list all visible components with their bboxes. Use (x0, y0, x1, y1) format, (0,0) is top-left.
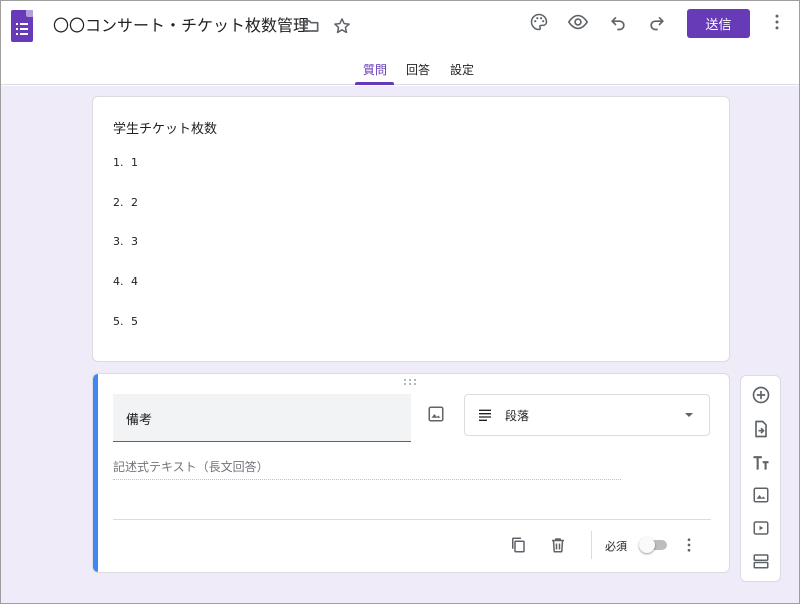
list-item: 2. 2 (113, 196, 138, 209)
eye-icon[interactable] (566, 10, 590, 34)
tab-responses[interactable]: 回答 (406, 60, 430, 80)
drag-handle-icon[interactable] (404, 379, 418, 387)
list-item: 1. 1 (113, 156, 138, 169)
palette-icon[interactable] (527, 10, 551, 34)
folder-icon[interactable] (299, 14, 323, 38)
tab-questions[interactable]: 質問 (363, 60, 387, 80)
more-vert-icon[interactable] (765, 10, 789, 34)
question-title: 学生チケット枚数 (113, 122, 218, 137)
divider (113, 519, 711, 520)
redo-icon[interactable] (645, 10, 669, 34)
add-title-icon[interactable] (749, 451, 773, 475)
header: 〇〇コンサート・チケット枚数管理 送信 質問 回答 設定 (1, 1, 799, 85)
list-item: 4. 4 (113, 275, 138, 288)
active-tab-indicator (355, 82, 394, 85)
import-questions-icon[interactable] (749, 417, 773, 441)
star-icon[interactable] (330, 14, 354, 38)
dropdown-arrow-icon (677, 403, 701, 427)
question-card-student-tickets[interactable]: 学生チケット枚数 1. 1 2. 2 3. 3 4. 4 5. 5 (92, 96, 730, 362)
question-title-input[interactable]: 備考 (113, 394, 411, 442)
more-vert-icon[interactable] (677, 533, 701, 557)
required-label: 必須 (605, 540, 627, 553)
question-card-remarks[interactable]: 備考 段落 記述式テキスト（長文回答） 必須 (92, 373, 730, 573)
required-toggle[interactable] (639, 537, 669, 553)
question-type-label: 段落 (505, 409, 530, 423)
tab-settings[interactable]: 設定 (450, 60, 474, 80)
send-button[interactable]: 送信 (687, 9, 750, 38)
list-item: 5. 5 (113, 315, 138, 328)
question-type-select[interactable]: 段落 (464, 394, 710, 436)
add-image-icon[interactable] (749, 483, 773, 507)
answer-placeholder: 記述式テキスト（長文回答） (113, 458, 621, 480)
trash-icon[interactable] (546, 533, 570, 557)
undo-icon[interactable] (606, 10, 630, 34)
list-item: 3. 3 (113, 235, 138, 248)
add-video-icon[interactable] (749, 516, 773, 540)
add-section-icon[interactable] (749, 549, 773, 573)
side-toolbar (740, 375, 781, 582)
add-question-icon[interactable] (749, 383, 773, 407)
image-icon[interactable] (424, 402, 448, 426)
focus-indicator (93, 374, 98, 572)
divider (591, 531, 592, 559)
duplicate-icon[interactable] (506, 533, 530, 557)
form-title[interactable]: 〇〇コンサート・チケット枚数管理 (53, 14, 309, 38)
forms-logo-icon[interactable] (11, 10, 33, 42)
paragraph-icon (473, 403, 497, 427)
